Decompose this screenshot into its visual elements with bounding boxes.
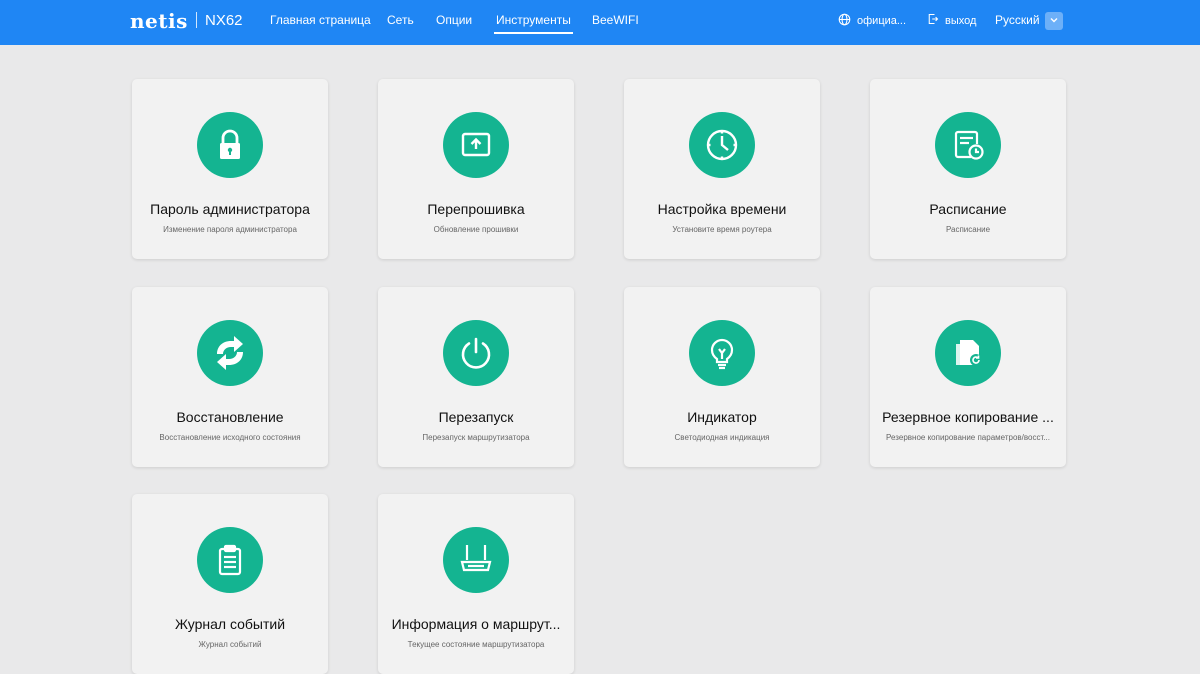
chevron-down-icon	[1049, 12, 1059, 30]
official-site-link[interactable]: официа...	[838, 13, 906, 29]
power-icon	[443, 320, 509, 386]
tool-card-led-indicator[interactable]: Индикатор Светодиодная индикация	[624, 287, 820, 467]
card-title: Индикатор	[687, 409, 757, 425]
tool-card-reboot[interactable]: Перезапуск Перезапуск маршрутизатора	[378, 287, 574, 467]
tool-card-admin-password[interactable]: Пароль администратора Изменение пароля а…	[132, 79, 328, 259]
card-title: Перезапуск	[438, 409, 514, 425]
card-title: Перепрошивка	[427, 201, 525, 217]
card-title: Расписание	[929, 201, 1007, 217]
card-subtitle: Изменение пароля администратора	[163, 225, 297, 234]
card-title: Настройка времени	[657, 201, 787, 217]
logout-label: выход	[945, 14, 977, 27]
tool-card-event-log[interactable]: Журнал событий Журнал событий	[132, 494, 328, 674]
logout-icon	[927, 13, 945, 28]
nav-beewifi[interactable]: BeeWIFI	[592, 13, 639, 27]
card-subtitle: Текущее состояние маршрутизатора	[407, 640, 545, 649]
language-label[interactable]: Русский	[995, 13, 1040, 27]
top-navigation-bar: netis NX62 Главная страница Сеть Опции И…	[0, 0, 1200, 45]
globe-icon	[838, 13, 857, 29]
card-title: Резервное копирование ...	[882, 409, 1054, 425]
upload-icon	[443, 112, 509, 178]
official-site-label: официа...	[857, 15, 907, 27]
schedule-icon	[935, 112, 1001, 178]
netis-logo[interactable]: netis	[130, 9, 188, 33]
tool-card-firmware[interactable]: Перепрошивка Обновление прошивки	[378, 79, 574, 259]
card-subtitle: Журнал событий	[198, 640, 262, 649]
card-title: Восстановление	[176, 409, 284, 425]
router-model: NX62	[205, 12, 243, 29]
backup-icon	[935, 320, 1001, 386]
card-subtitle: Установите время роутера	[672, 225, 772, 234]
tool-card-schedule[interactable]: Расписание Расписание	[870, 79, 1066, 259]
restore-icon	[197, 320, 263, 386]
bulb-icon	[689, 320, 755, 386]
lock-icon	[197, 112, 263, 178]
tool-card-router-info[interactable]: Информация о маршрут... Текущее состояни…	[378, 494, 574, 674]
nav-network[interactable]: Сеть	[387, 13, 414, 27]
card-title: Пароль администратора	[150, 201, 310, 217]
clipboard-icon	[197, 527, 263, 593]
card-subtitle: Резервное копирование параметров/восст..…	[886, 433, 1050, 442]
logo-separator	[196, 12, 197, 28]
clock-icon	[689, 112, 755, 178]
tool-card-factory-restore[interactable]: Восстановление Восстановление исходного …	[132, 287, 328, 467]
nav-home[interactable]: Главная страница	[270, 13, 371, 27]
tool-card-time-settings[interactable]: Настройка времени Установите время роуте…	[624, 79, 820, 259]
card-title: Журнал событий	[174, 616, 286, 632]
card-subtitle: Светодиодная индикация	[674, 433, 770, 442]
card-subtitle: Перезапуск маршрутизатора	[422, 433, 530, 442]
language-dropdown-button[interactable]	[1045, 12, 1063, 30]
tool-card-backup[interactable]: Резервное копирование ... Резервное копи…	[870, 287, 1066, 467]
router-icon	[443, 527, 509, 593]
card-subtitle: Восстановление исходного состояния	[159, 433, 301, 442]
nav-tools[interactable]: Инструменты	[494, 13, 573, 34]
card-subtitle: Расписание	[945, 225, 991, 234]
logout-button[interactable]: выход	[927, 13, 976, 28]
card-title: Информация о маршрут...	[391, 616, 561, 632]
nav-options[interactable]: Опции	[436, 13, 472, 27]
card-subtitle: Обновление прошивки	[433, 225, 519, 234]
